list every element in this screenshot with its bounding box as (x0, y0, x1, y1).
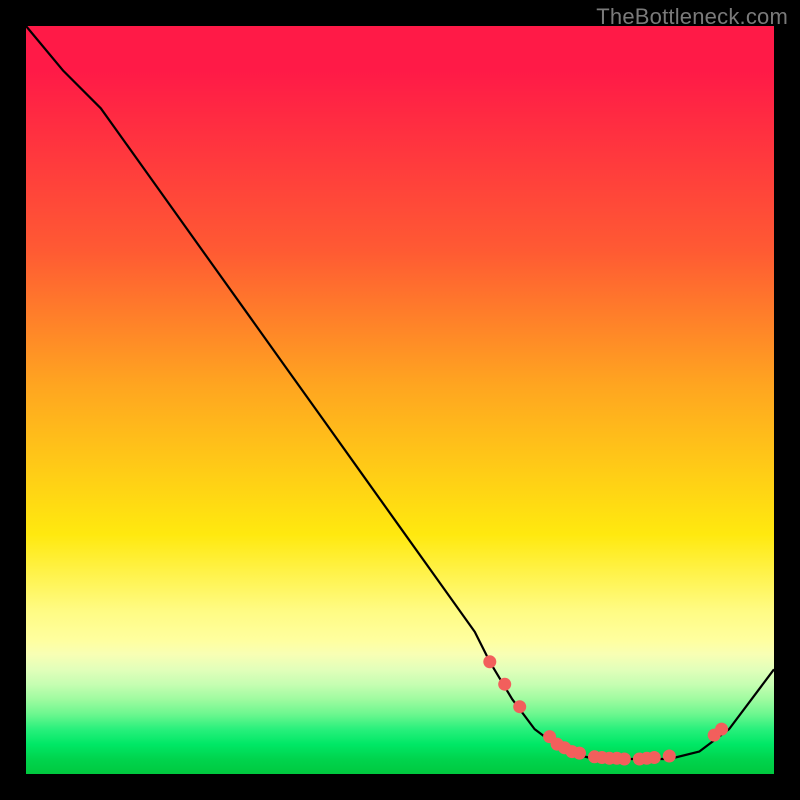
bottleneck-curve (26, 26, 774, 759)
highlight-dot (513, 700, 526, 713)
highlight-dot (498, 678, 511, 691)
watermark-text: TheBottleneck.com (596, 4, 788, 30)
highlight-dots-group (483, 655, 728, 765)
chart-frame: TheBottleneck.com (0, 0, 800, 800)
highlight-dot (573, 747, 586, 760)
highlight-dot (663, 750, 676, 763)
highlight-dot (715, 723, 728, 736)
chart-overlay (26, 26, 774, 774)
highlight-dot (648, 751, 661, 764)
highlight-dot (483, 655, 496, 668)
highlight-dot (618, 753, 631, 766)
